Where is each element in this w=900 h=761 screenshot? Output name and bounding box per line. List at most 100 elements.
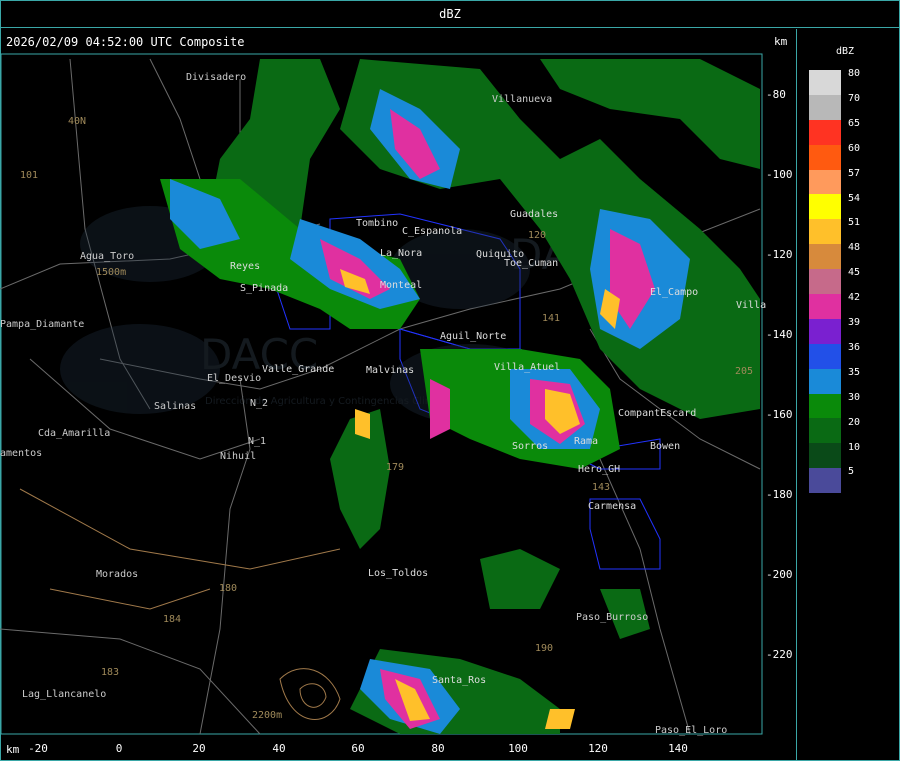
x-tick: 100 [508,742,528,755]
place-label: N_1 [248,436,267,447]
legend-label: 54 [848,192,861,204]
place-label: Cda_Amarilla [38,428,111,439]
x-tick: 80 [431,742,445,755]
place-label: Pampa_Diamante [0,319,85,330]
place-label: 2200m [252,710,283,721]
legend-label: 20 [848,416,861,428]
legend-swatch [809,144,841,170]
legend-swatch [809,343,841,369]
legend-label: 35 [848,366,861,378]
place-label: 40N [68,116,87,127]
radar-map-svg: DACC DACC Dirección de Agricultura y Con… [0,53,763,735]
legend-label: 51 [848,217,861,229]
place-label: Lag_Llancanelo [22,689,107,700]
radar-plot[interactable]: DACC DACC Dirección de Agricultura y Con… [0,29,797,760]
unit-label-bottom: km [6,743,20,756]
place-label: Nihuil [220,451,257,462]
legend-swatch [809,269,841,295]
place-label: 183 [101,667,120,678]
y-tick: -100 [766,168,793,181]
place-label: Salinas [154,401,197,412]
x-tick: 120 [588,742,608,755]
legend-label: 39 [848,317,861,328]
place-label: 190 [535,643,554,654]
legend-swatch [809,468,841,494]
place-label: Malvinas [366,365,415,376]
place-label: Villanueva [492,94,553,105]
legend-label: 10 [848,441,861,453]
legend-swatch [809,368,841,394]
place-label: Agua_Toro [80,251,135,262]
place-label: Los_Toldos [368,568,429,579]
contour-lines [19,488,341,720]
place-label: Morados [96,569,139,580]
place-label: 180 [219,583,238,594]
place-label: S_Pinada [240,283,289,294]
place-label: Tombino [356,218,399,229]
place-label: N_2 [250,398,269,409]
legend-swatch [809,294,841,319]
place-label: Toe_Cuman [504,258,559,269]
place-label: Santa_Ros [432,675,487,686]
place-label: Paso_El_Loro [655,725,728,736]
place-label: Sorros [512,441,549,452]
place-label: El_Desvio [207,373,262,384]
header-title: dBZ [439,7,461,21]
place-label: Rama [574,436,599,447]
legend-label: 80 [848,68,861,79]
place-label: 141 [542,313,561,324]
y-tick: -140 [766,328,793,341]
place-label: 205 [735,366,754,377]
legend-swatch [809,318,841,344]
legend-label: 48 [848,242,861,254]
legend-label: 57 [848,167,861,179]
y-tick: -80 [766,88,786,101]
x-tick: 20 [192,742,206,755]
y-tick: -220 [766,648,793,661]
legend-label: 45 [848,267,861,279]
legend-swatch [809,393,841,419]
legend-swatch [809,119,841,145]
legend-swatch [809,94,841,120]
place-label: Valle_Grande [262,364,335,375]
x-tick: -20 [28,742,48,755]
y-tick: -120 [766,248,793,261]
place-label: amentos [0,448,43,459]
legend-swatch [809,244,841,270]
place-label: Bowen [650,441,681,452]
legend-label: 65 [848,117,861,129]
legend-swatch [809,219,841,245]
x-tick: 0 [115,742,123,755]
place-label: Hero_GH [578,464,621,475]
legend-swatch [809,70,841,95]
legend-swatch [809,443,841,469]
place-label: Paso_Burroso [576,612,649,623]
place-label: 1500m [96,267,127,278]
legend-label: 5 [848,466,855,478]
unit-label-right: km [774,35,788,48]
place-label: Villa [736,300,767,311]
place-label: 101 [20,170,39,181]
color-legend [809,70,841,494]
legend-label: 70 [848,92,861,104]
x-tick: 140 [668,742,688,755]
place-label: 184 [163,614,182,625]
place-label: 120 [528,230,547,241]
legend-label: 30 [848,391,861,403]
place-label: Monteal [380,280,423,291]
legend-swatch [809,418,841,444]
y-tick: -180 [766,488,793,501]
place-label: Aguil_Norte [440,331,507,342]
legend-title: dBZ [836,46,855,57]
y-tick: -160 [766,408,793,421]
legend-label: 60 [848,142,861,154]
legend-swatch [809,194,841,220]
place-label: Carmensa [588,501,637,512]
header-bar: dBZ [0,0,900,28]
place-label: CompantEscard [618,408,697,419]
place-label: C_Espanola [402,226,463,237]
place-label: Villa_Atuel [494,362,561,373]
place-label: 179 [386,462,405,473]
datetime-label: 2026/02/09 04:52:00 UTC Composite [6,35,245,49]
place-label: Reyes [230,261,261,272]
